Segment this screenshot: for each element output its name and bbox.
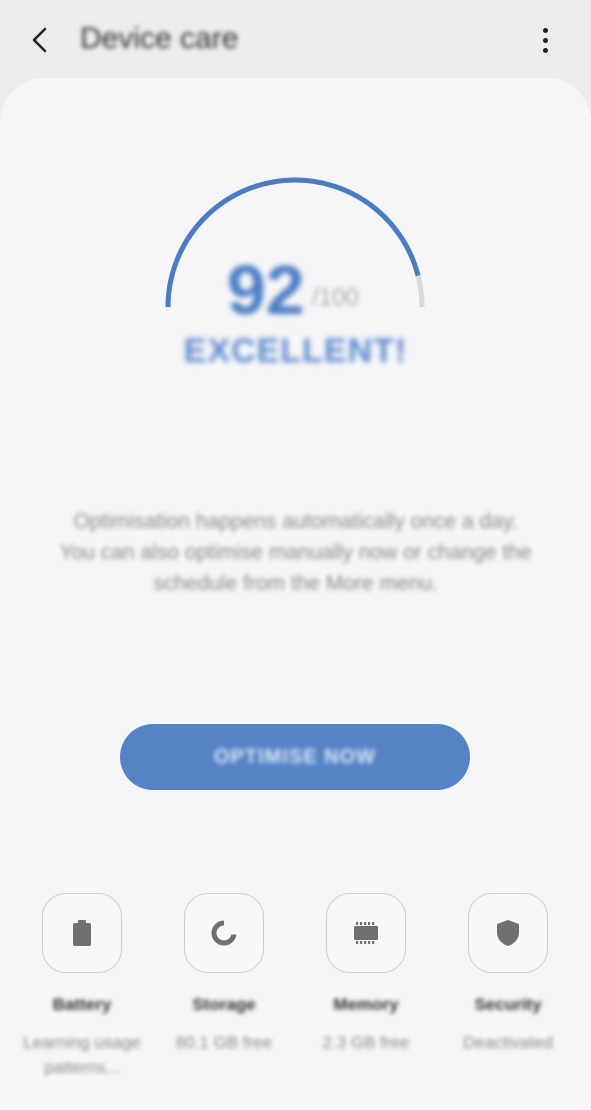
battery-status: Learning usage patterns... — [23, 1033, 141, 1077]
app-bar: Device care — [0, 0, 591, 78]
more-options-dot — [542, 37, 548, 43]
more-options-icon — [542, 27, 548, 33]
battery-icon — [73, 920, 91, 946]
security-button[interactable] — [468, 893, 548, 973]
optimize-now-button[interactable]: OPTIMISE NOW — [120, 724, 470, 790]
security-status: Deactivated — [463, 1033, 553, 1052]
storage-label: Storage — [192, 995, 256, 1014]
page-title: Device care — [80, 22, 239, 55]
battery-label: Battery — [52, 995, 112, 1014]
score-max: /100 — [312, 284, 359, 311]
more-options-dot — [542, 47, 548, 53]
optimization-description: Optimisation happens automatically once … — [40, 506, 551, 599]
memory-icon — [354, 922, 378, 944]
optimize-now-label: OPTIMISE NOW — [214, 745, 376, 768]
back-arrow-icon — [32, 27, 47, 53]
memory-status: 2.3 GB free — [322, 1033, 410, 1052]
description-line: Optimisation happens automatically once … — [73, 510, 518, 533]
description-line: You can also optimise manually now or ch… — [59, 541, 532, 564]
back-button[interactable] — [22, 20, 58, 60]
description-line: schedule from the More menu. — [153, 572, 438, 595]
security-label: Security — [474, 995, 542, 1014]
score-status: EXCELLENT! — [183, 332, 408, 370]
memory-button[interactable] — [326, 893, 406, 973]
storage-button[interactable] — [184, 893, 264, 973]
more-options-button[interactable] — [530, 20, 560, 60]
storage-icon — [211, 920, 237, 946]
storage-status: 80.1 GB free — [175, 1033, 273, 1052]
shield-icon — [497, 920, 519, 946]
memory-label: Memory — [333, 995, 399, 1014]
battery-button[interactable] — [42, 893, 122, 973]
score-value: 92 — [227, 251, 305, 329]
